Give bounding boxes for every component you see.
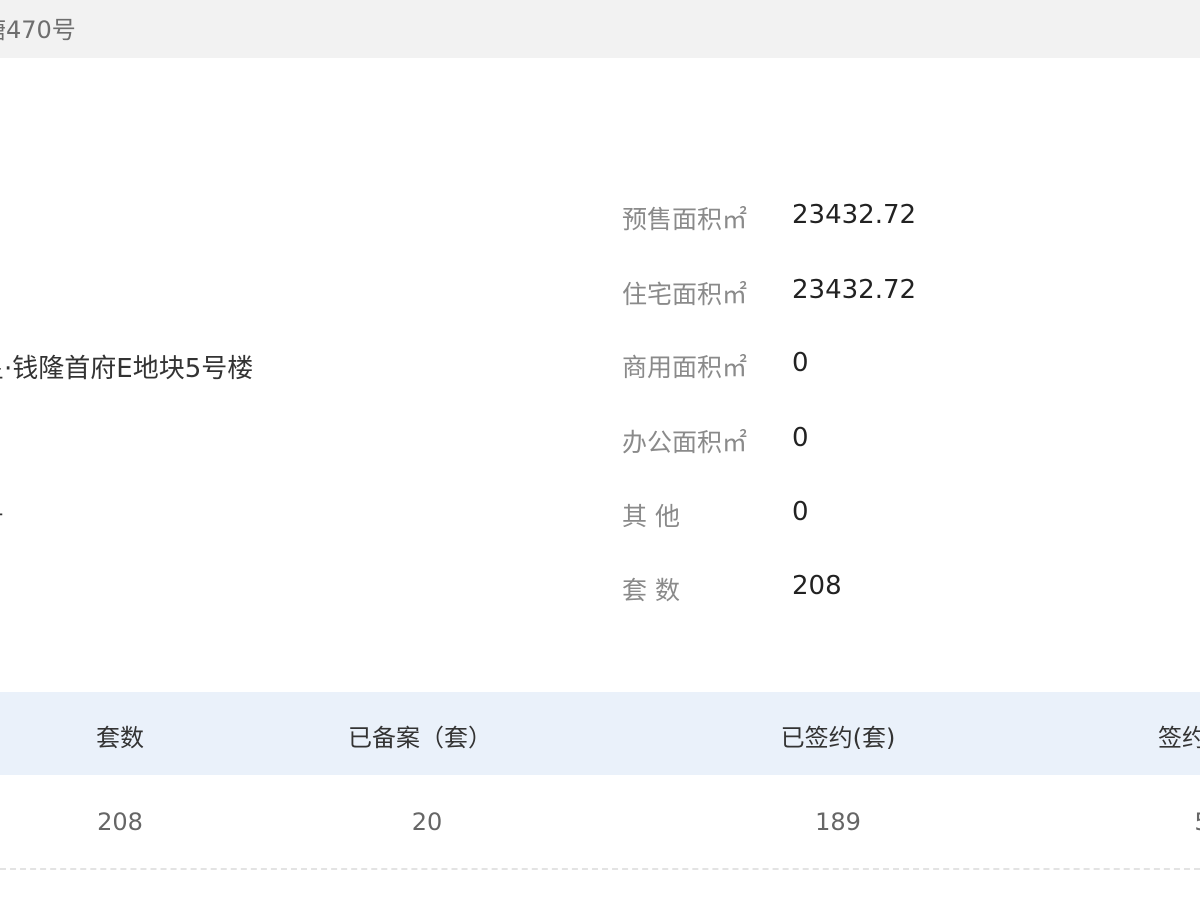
address-text: 塘470号: [0, 16, 76, 44]
detail-label: 预售面积㎡: [622, 205, 748, 234]
cell-filed: 20: [411, 808, 443, 836]
detail-value: 208: [792, 571, 842, 601]
detail-row-office-area: 办公面积㎡ 0: [622, 423, 1182, 463]
detail-value: 0: [792, 497, 809, 527]
sales-table-header: 套数 已备案（套） 已签约(套) 签约中: [0, 692, 1200, 775]
detail-value: 0: [792, 348, 809, 378]
detail-row-other: 其 他 0: [622, 497, 1182, 537]
detail-row-commercial-area: 商用面积㎡ 0: [622, 348, 1182, 388]
cell-signed: 189: [815, 808, 861, 836]
detail-label: 办公面积㎡: [622, 428, 748, 457]
column-header-filed: 已备案（套）: [348, 724, 492, 752]
detail-value: 0: [792, 423, 809, 453]
detail-value: 23432.72: [792, 275, 917, 305]
detail-row-presale-area: 预售面积㎡ 23432.72: [622, 200, 1182, 240]
address-bar: 塘470号: [0, 0, 1200, 58]
detail-label: 商用面积㎡: [622, 353, 748, 382]
column-header-signed: 已签约(套): [780, 724, 896, 752]
partial-value: 号: [0, 496, 4, 533]
column-header-units: 套数: [96, 724, 144, 752]
detail-row-residential-area: 住宅面积㎡ 23432.72: [622, 275, 1182, 315]
cell-units: 208: [97, 808, 143, 836]
detail-value: 23432.72: [792, 200, 917, 230]
table-row: 208 20 189 5: [0, 775, 1200, 870]
detail-label: 其 他: [622, 502, 680, 531]
presale-detail-page: 塘470号 星·钱隆首府E地块5号楼 号 预售面积㎡ 23432.72 住宅面积…: [0, 0, 1200, 900]
detail-label: 住宅面积㎡: [622, 280, 748, 309]
column-header-signing: 签约中: [1158, 724, 1200, 752]
project-name: 星·钱隆首府E地块5号楼: [0, 354, 254, 384]
detail-label: 套 数: [622, 576, 680, 605]
cell-signing: 5: [1194, 808, 1200, 836]
detail-row-unit-count: 套 数 208: [622, 571, 1182, 611]
